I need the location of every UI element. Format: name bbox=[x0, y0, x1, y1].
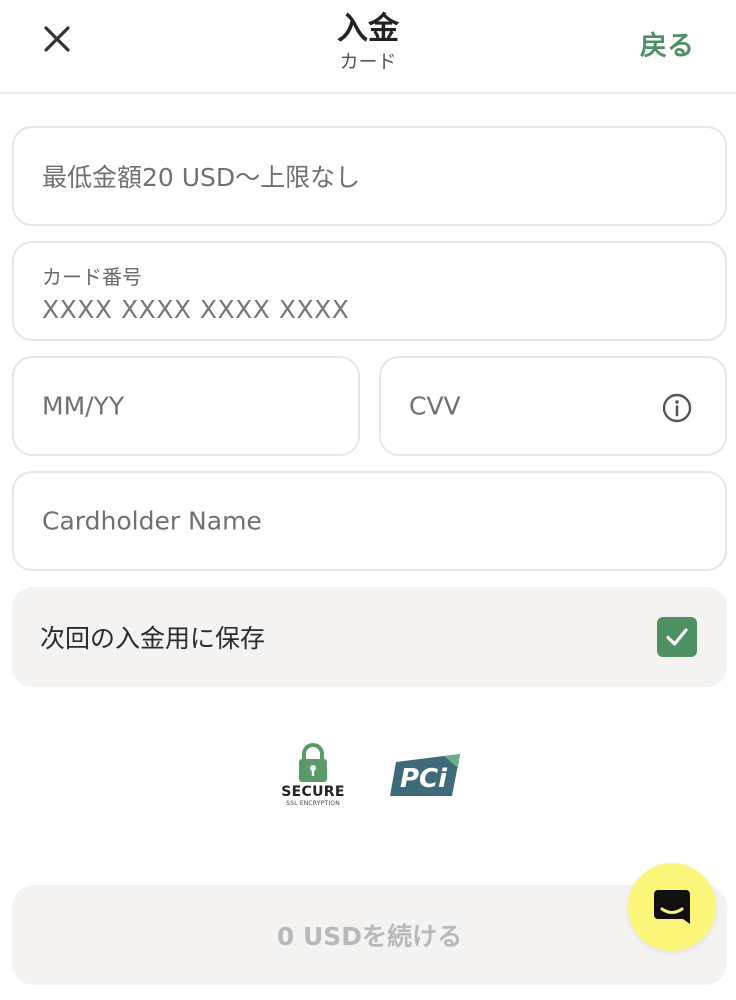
amount-field[interactable]: 最低金額20 USD〜上限なし bbox=[12, 126, 727, 226]
expiry-field[interactable]: MM/YY bbox=[12, 356, 360, 456]
lock-icon bbox=[299, 743, 327, 782]
amount-placeholder: 最低金額20 USD〜上限なし bbox=[42, 163, 361, 192]
chat-icon bbox=[654, 890, 690, 924]
pci-label: PCi bbox=[400, 764, 448, 794]
page-subtitle: カード bbox=[339, 51, 397, 73]
security-badges: SECURE SSL ENCRYPTION PCi bbox=[0, 740, 736, 820]
expiry-placeholder: MM/YY bbox=[42, 391, 125, 421]
continue-button-label: 0 USDを続ける bbox=[276, 922, 463, 951]
save-checkbox[interactable] bbox=[657, 617, 697, 657]
page-title: 入金 bbox=[337, 11, 399, 47]
secure-ssl-badge: SECURE SSL ENCRYPTION bbox=[274, 740, 354, 810]
cvv-info-button[interactable] bbox=[661, 392, 693, 424]
info-icon bbox=[662, 393, 692, 423]
save-for-next-row[interactable]: 次回の入金用に保存 bbox=[12, 587, 727, 687]
continue-button[interactable]: 0 USDを続ける bbox=[12, 885, 727, 985]
cardholder-name-field[interactable]: Cardholder Name bbox=[12, 471, 727, 571]
cvv-field[interactable]: CVV bbox=[379, 356, 727, 456]
title-block: 入金 カード bbox=[0, 10, 736, 74]
cvv-placeholder: CVV bbox=[409, 391, 461, 421]
back-button[interactable]: 戻る bbox=[640, 24, 694, 63]
save-for-next-label: 次回の入金用に保存 bbox=[40, 624, 266, 653]
pci-logo: PCi bbox=[390, 754, 460, 796]
secure-subtitle: SSL ENCRYPTION bbox=[286, 800, 340, 807]
card-number-placeholder: XXXX XXXX XXXX XXXX bbox=[42, 295, 350, 324]
secure-title: SECURE bbox=[281, 784, 345, 800]
cardholder-placeholder: Cardholder Name bbox=[42, 506, 262, 536]
checkmark-icon bbox=[666, 628, 688, 646]
card-number-label: カード番号 bbox=[42, 265, 142, 289]
chat-button[interactable] bbox=[628, 863, 716, 951]
pci-badge: PCi bbox=[390, 752, 464, 802]
header: 入金 カード 戻る bbox=[0, 0, 736, 94]
card-number-field[interactable]: カード番号 XXXX XXXX XXXX XXXX bbox=[12, 241, 727, 341]
